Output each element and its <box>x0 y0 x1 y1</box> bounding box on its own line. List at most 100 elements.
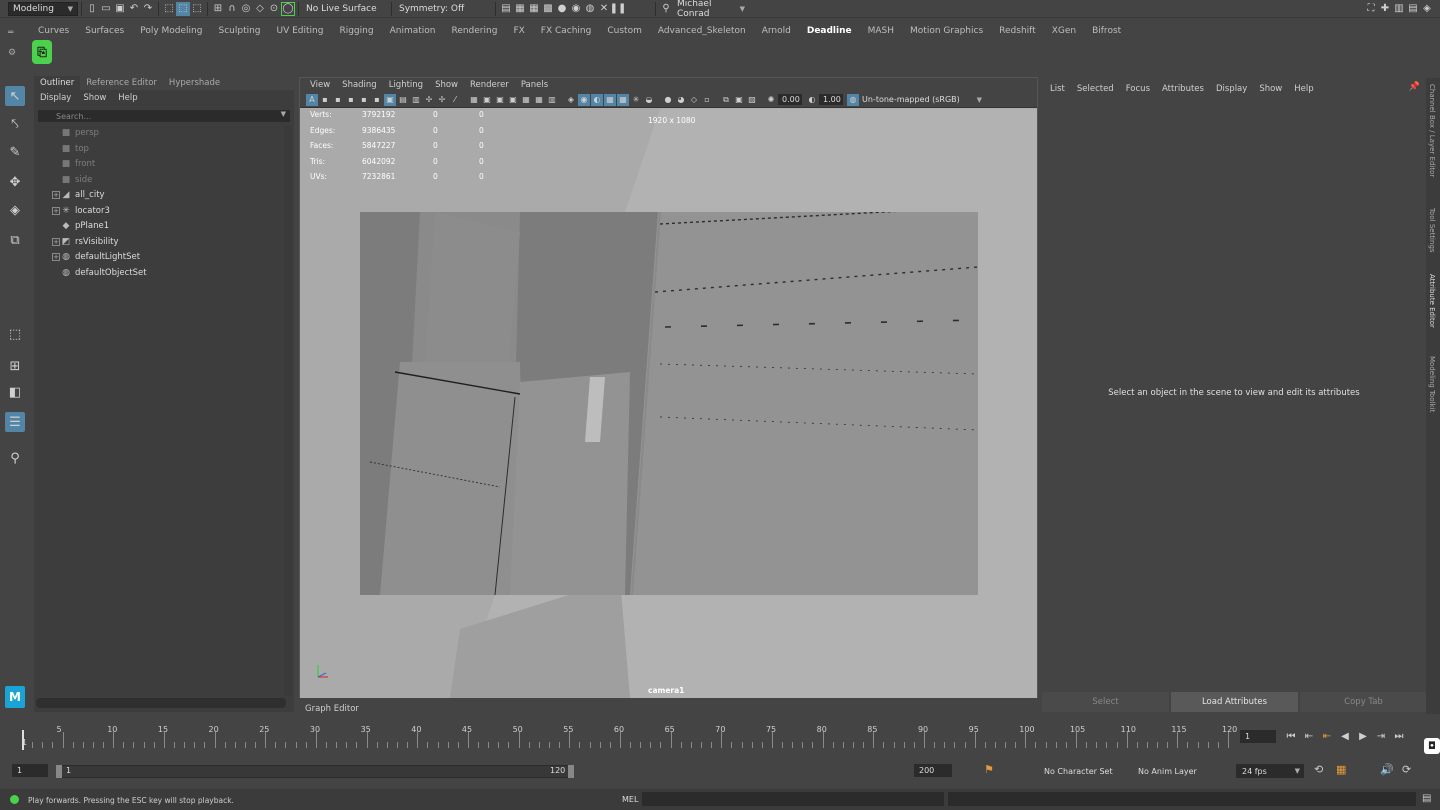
bake-icon[interactable]: ▨ <box>746 94 758 106</box>
attribute-menu-focus[interactable]: Focus <box>1120 84 1156 94</box>
xray-active-icon[interactable]: ◕ <box>675 94 687 106</box>
lasso-tool-icon[interactable]: ⤣ <box>5 114 25 134</box>
undo-icon[interactable]: ↶ <box>127 2 141 16</box>
tool-settings-icon[interactable]: ◈ <box>1420 2 1434 16</box>
current-frame-field[interactable]: 1 <box>1240 730 1276 743</box>
search-icon[interactable]: ⚲ <box>5 448 25 468</box>
outliner-item-all_city[interactable]: + ◢ all_city <box>52 188 105 202</box>
loop-icon[interactable]: ⟲ <box>1314 763 1323 776</box>
select-tool-icon[interactable]: ↖ <box>5 86 25 106</box>
mel-language-toggle[interactable]: MEL <box>622 795 638 804</box>
expand-icon[interactable]: + <box>52 191 60 199</box>
symmetry-dropdown[interactable]: Symmetry: Off <box>395 1 475 16</box>
xray-icon[interactable]: ◒ <box>643 94 655 106</box>
redshift-render-icon[interactable]: ◍ <box>583 2 597 16</box>
script-editor-icon[interactable]: ▤ <box>1422 793 1431 804</box>
snap-point-icon[interactable]: ◎ <box>239 2 253 16</box>
graph-editor-tab[interactable]: Graph Editor <box>299 704 365 716</box>
playhead[interactable] <box>22 730 24 750</box>
outliner-menu-display[interactable]: Display <box>34 93 77 103</box>
shelf-tab-uv-editing[interactable]: UV Editing <box>269 24 332 38</box>
hypershade-icon[interactable]: ● <box>555 2 569 16</box>
viewport-menu-view[interactable]: View <box>304 80 336 90</box>
attribute-menu-selected[interactable]: Selected <box>1071 84 1120 94</box>
viewport-panel[interactable]: View Shading Lighting Show Renderer Panels A … <box>299 77 1038 698</box>
attribute-menu-help[interactable]: Help <box>1288 84 1319 94</box>
outliner-item-persp[interactable]: ■ persp <box>60 126 99 140</box>
select-button[interactable]: Select <box>1042 692 1169 712</box>
expand-icon[interactable]: + <box>52 206 60 215</box>
outliner-item-defaultobjectset[interactable]: ◍ defaultObjectSet <box>60 266 147 280</box>
side-tab-attribute-editor[interactable]: Attribute Editor <box>1428 274 1436 328</box>
2d-pan-icon[interactable]: ▪ <box>358 94 370 106</box>
four-view-icon[interactable]: ⊞ <box>5 356 25 376</box>
viewport-menu-panels[interactable]: Panels <box>515 80 554 90</box>
range-slider[interactable] <box>56 765 572 778</box>
attribute-editor-icon[interactable]: ▤ <box>1406 2 1420 16</box>
render-view-icon[interactable]: ▤ <box>499 2 513 16</box>
resolution-gate-icon[interactable]: ▤ <box>397 94 409 106</box>
pin-icon[interactable]: 📌 <box>1409 82 1420 92</box>
safe-action-icon[interactable]: ✢ <box>436 94 448 106</box>
gamma-icon[interactable]: ◐ <box>806 94 818 106</box>
time-slider[interactable]: 1 5 10 15 20 25 30 35 40 45 50 55 60 65 70 75 80 85 90 95 10… <box>14 718 1237 752</box>
fps-dropdown[interactable]: 24 fps ▼ <box>1236 764 1304 778</box>
sound-icon[interactable]: 🔊 <box>1380 763 1394 776</box>
outliner-search-input[interactable]: Search... ▼ <box>38 110 290 122</box>
redo-icon[interactable]: ↷ <box>141 2 155 16</box>
outliner-item-defaultlightset[interactable]: + ◍ defaultLightSet <box>52 250 140 264</box>
bookmark-icon[interactable]: ▪ <box>332 94 344 106</box>
grease-pencil-icon[interactable]: ▪ <box>371 94 383 106</box>
expand-icon[interactable]: + <box>52 237 60 246</box>
open-scene-icon[interactable]: ▭ <box>99 2 113 16</box>
default-material-icon[interactable]: ▣ <box>507 94 519 106</box>
workspace-icon[interactable]: ⛶ <box>1364 2 1378 16</box>
shelf-tab-curves[interactable]: Curves <box>30 24 77 38</box>
wireframe-icon[interactable]: ▣ <box>481 94 493 106</box>
load-attributes-button[interactable]: Load Attributes <box>1171 692 1298 712</box>
outliner-item-locator3[interactable]: + ✳ locator3 <box>52 204 110 218</box>
outliner-item-side[interactable]: ■ side <box>60 173 93 187</box>
character-set-dropdown[interactable]: No Character Set <box>1038 764 1118 778</box>
shelf-tab-advanced-skeleton[interactable]: Advanced_Skeleton <box>650 24 754 38</box>
attribute-menu-display[interactable]: Display <box>1210 84 1253 94</box>
gate-mask-icon[interactable]: ▥ <box>410 94 422 106</box>
save-scene-icon[interactable]: ▣ <box>113 2 127 16</box>
paint-select-icon[interactable]: ✎ <box>5 142 25 162</box>
backface-culling-icon[interactable]: ◇ <box>688 94 700 106</box>
cache-playback-icon[interactable]: ▦ <box>1336 763 1346 776</box>
hud-icon[interactable]: ▣ <box>733 94 745 106</box>
shelf-tab-poly-modeling[interactable]: Poly Modeling <box>132 24 210 38</box>
outliner-item-front[interactable]: ■ front <box>60 157 96 171</box>
pause-icon[interactable]: ❚❚ <box>610 2 627 16</box>
step-back-key-icon[interactable]: ⇤ <box>1318 729 1336 743</box>
range-start-handle[interactable] <box>56 765 62 778</box>
viewport-menu-lighting[interactable]: Lighting <box>383 80 429 90</box>
account-dropdown[interactable]: Michael Conrad ▼ <box>673 0 749 19</box>
step-forward-key-icon[interactable]: ⇥ <box>1372 729 1390 743</box>
screen-space-ao-icon[interactable]: ◉ <box>578 93 590 106</box>
outliner-item-pplane1[interactable]: ◆ pPlane1 <box>60 219 110 233</box>
side-tab-channel-box-layer-editor[interactable]: Channel Box / Layer Editor <box>1428 84 1436 177</box>
shelf-tab-rigging[interactable]: Rigging <box>331 24 381 38</box>
shelf-tab-rendering[interactable]: Rendering <box>443 24 505 38</box>
camera-attributes-icon[interactable]: ▪ <box>319 94 331 106</box>
side-tab-tool-settings[interactable]: Tool Settings <box>1428 208 1436 253</box>
outliner-layout-icon[interactable]: ☰ <box>5 412 25 432</box>
grid-icon[interactable]: ▦ <box>468 94 480 106</box>
animation-start-field[interactable]: 1 <box>12 764 48 777</box>
shelf-tab-surfaces[interactable]: Surfaces <box>77 24 132 38</box>
outliner-menu-show[interactable]: Show <box>77 93 112 103</box>
select-object-icon[interactable]: ⬚ <box>176 1 190 16</box>
persp-outliner-icon[interactable]: ◧ <box>5 382 25 402</box>
single-perspective-icon[interactable]: ⬚ <box>5 324 25 344</box>
tab-outliner[interactable]: Outliner <box>34 76 81 90</box>
user-icon[interactable]: ⚲ <box>659 2 673 16</box>
step-back-frame-icon[interactable]: ⇤ <box>1300 729 1318 743</box>
shadows-icon[interactable]: ◈ <box>565 94 577 106</box>
snap-grid-icon[interactable]: ⊞ <box>211 2 225 16</box>
shelf-tab-xgen[interactable]: XGen <box>1044 24 1084 38</box>
outliner-item-rsvisibility[interactable]: + ◩ rsVisibility <box>52 235 119 249</box>
shelf-tab-fx[interactable]: FX <box>505 24 532 38</box>
attribute-menu-list[interactable]: List <box>1044 84 1071 94</box>
